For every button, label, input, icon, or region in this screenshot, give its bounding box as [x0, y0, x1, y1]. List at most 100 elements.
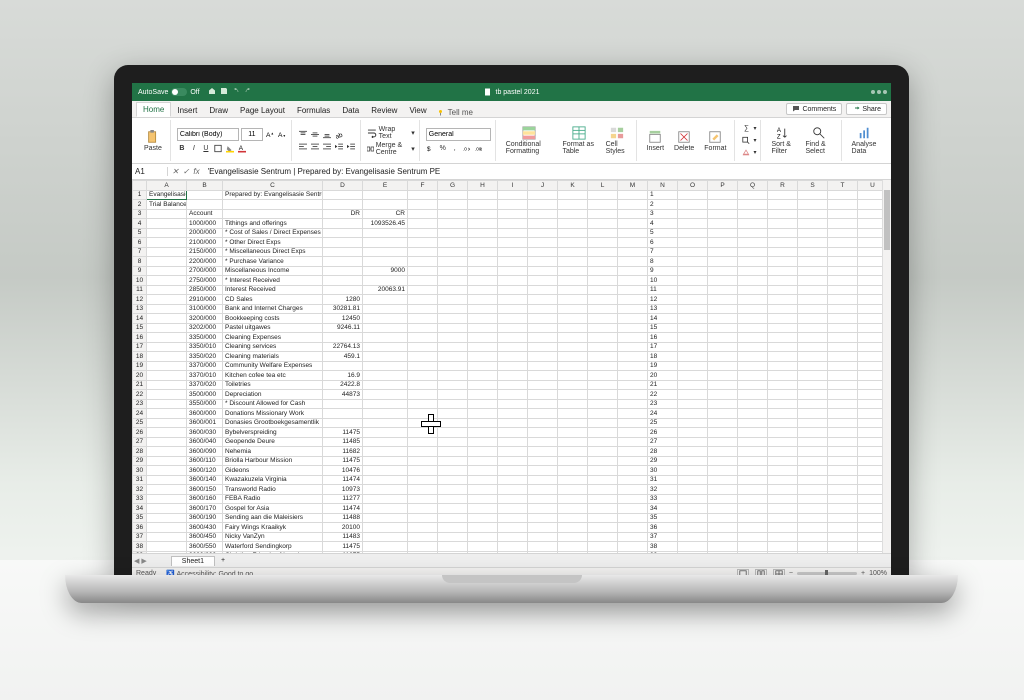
- tab-page-layout[interactable]: Page Layout: [234, 104, 291, 117]
- cell[interactable]: Donations Missionary Work: [223, 409, 323, 419]
- cell[interactable]: [363, 342, 408, 352]
- cell[interactable]: [558, 390, 588, 400]
- cell[interactable]: [708, 494, 738, 504]
- cell[interactable]: [408, 399, 438, 409]
- cell[interactable]: [588, 494, 618, 504]
- cell[interactable]: [408, 209, 438, 219]
- cell[interactable]: [528, 504, 558, 514]
- cell[interactable]: 3600/120: [187, 466, 223, 476]
- cell[interactable]: 12: [648, 295, 678, 305]
- cell[interactable]: [618, 323, 648, 333]
- cell[interactable]: [363, 542, 408, 552]
- tab-data[interactable]: Data: [336, 104, 365, 117]
- cell[interactable]: [738, 504, 768, 514]
- cell[interactable]: [363, 190, 408, 200]
- cell[interactable]: [738, 285, 768, 295]
- cell[interactable]: [498, 209, 528, 219]
- formula-input[interactable]: 'Evangelisasie Sentrum | Prepared by: Ev…: [204, 167, 891, 176]
- cell[interactable]: 2700/000: [187, 266, 223, 276]
- cell[interactable]: [618, 494, 648, 504]
- cell[interactable]: [147, 456, 187, 466]
- cell[interactable]: [558, 456, 588, 466]
- align-center-icon[interactable]: [310, 142, 320, 152]
- cell[interactable]: [828, 494, 858, 504]
- cell[interactable]: [678, 466, 708, 476]
- cell[interactable]: [768, 513, 798, 523]
- cell[interactable]: [708, 361, 738, 371]
- cell[interactable]: [147, 257, 187, 267]
- cell[interactable]: 37: [648, 532, 678, 542]
- decrease-decimal-icon[interactable]: .00: [474, 143, 484, 153]
- cell[interactable]: [798, 342, 828, 352]
- cell[interactable]: [498, 447, 528, 457]
- row-header[interactable]: 8: [133, 257, 147, 267]
- tab-review[interactable]: Review: [365, 104, 403, 117]
- cell[interactable]: [498, 399, 528, 409]
- cell[interactable]: [618, 209, 648, 219]
- cell[interactable]: [147, 304, 187, 314]
- increase-decimal-icon[interactable]: .0: [462, 143, 472, 153]
- cell[interactable]: Bookkeeping costs: [223, 314, 323, 324]
- cell[interactable]: [363, 437, 408, 447]
- cell[interactable]: [588, 314, 618, 324]
- cell[interactable]: [768, 399, 798, 409]
- cell[interactable]: 2: [648, 200, 678, 210]
- cell[interactable]: [528, 342, 558, 352]
- row-header[interactable]: 9: [133, 266, 147, 276]
- cell[interactable]: [528, 219, 558, 229]
- row-header[interactable]: 18: [133, 352, 147, 362]
- cell[interactable]: [798, 200, 828, 210]
- cell[interactable]: [223, 209, 323, 219]
- cell[interactable]: 3200/000: [187, 314, 223, 324]
- cell[interactable]: [828, 266, 858, 276]
- cell[interactable]: [468, 190, 498, 200]
- cell[interactable]: 30281.81: [323, 304, 363, 314]
- autosum-icon[interactable]: ∑: [741, 124, 751, 134]
- cell[interactable]: Evangelisasie Sentrum: [147, 190, 187, 200]
- row-header[interactable]: 19: [133, 361, 147, 371]
- font-size-select[interactable]: [241, 128, 263, 141]
- cell[interactable]: [588, 437, 618, 447]
- undo-icon[interactable]: [232, 87, 240, 97]
- comma-icon[interactable]: ,: [450, 143, 460, 153]
- cell[interactable]: [147, 494, 187, 504]
- cell[interactable]: [438, 200, 468, 210]
- cell[interactable]: [588, 428, 618, 438]
- cell[interactable]: [738, 409, 768, 419]
- cell[interactable]: [438, 266, 468, 276]
- cell[interactable]: 23: [648, 399, 678, 409]
- cell[interactable]: [558, 447, 588, 457]
- cell[interactable]: [678, 523, 708, 533]
- cell[interactable]: [223, 200, 323, 210]
- row-header[interactable]: 34: [133, 504, 147, 514]
- cell[interactable]: [438, 209, 468, 219]
- cell[interactable]: [363, 513, 408, 523]
- close-icon[interactable]: [883, 90, 887, 94]
- cell[interactable]: 19: [648, 361, 678, 371]
- cell[interactable]: [468, 323, 498, 333]
- cell[interactable]: [798, 418, 828, 428]
- cell[interactable]: [408, 247, 438, 257]
- cell[interactable]: [768, 285, 798, 295]
- cell[interactable]: [708, 475, 738, 485]
- comments-button[interactable]: Comments: [786, 103, 842, 115]
- cell[interactable]: 11: [648, 285, 678, 295]
- cell[interactable]: [708, 542, 738, 552]
- cell[interactable]: [618, 390, 648, 400]
- accept-formula-icon[interactable]: ✓: [183, 167, 190, 176]
- cell[interactable]: [408, 475, 438, 485]
- cell[interactable]: 11483: [323, 532, 363, 542]
- cell[interactable]: [147, 266, 187, 276]
- cell[interactable]: 3600/150: [187, 485, 223, 495]
- cell[interactable]: * Interest Received: [223, 276, 323, 286]
- cell[interactable]: [408, 266, 438, 276]
- cell[interactable]: Donasies Grootboekgesamentlik: [223, 418, 323, 428]
- cell[interactable]: 4: [648, 219, 678, 229]
- cell[interactable]: [408, 447, 438, 457]
- cell[interactable]: 459.1: [323, 352, 363, 362]
- cell[interactable]: [708, 285, 738, 295]
- cell[interactable]: [468, 399, 498, 409]
- cell[interactable]: [768, 361, 798, 371]
- cell[interactable]: [708, 532, 738, 542]
- cell[interactable]: [147, 380, 187, 390]
